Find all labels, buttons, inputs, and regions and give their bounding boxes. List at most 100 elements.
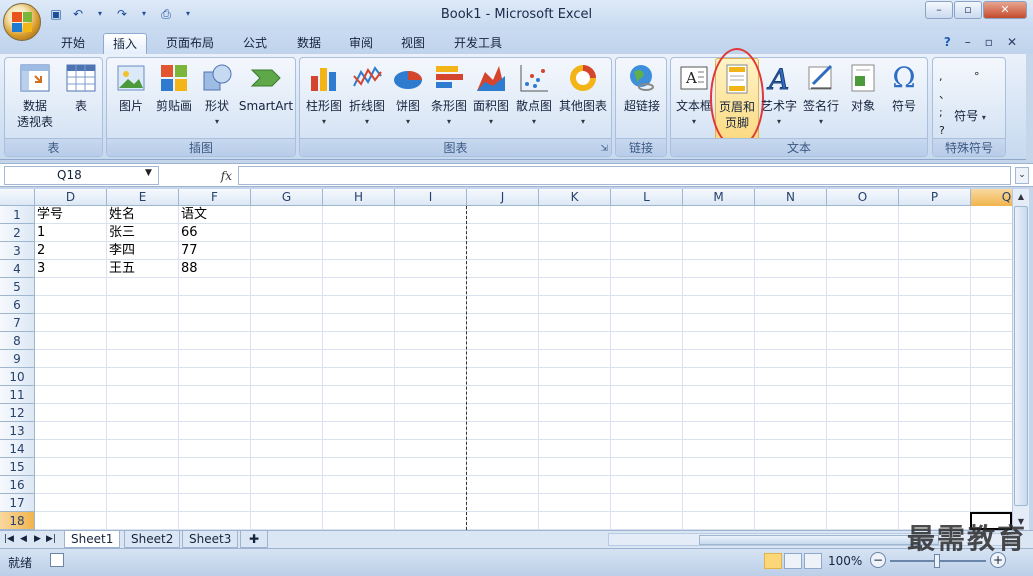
special-symbol-button[interactable]: 符号 ▾ xyxy=(939,108,1001,126)
sheet-nav-next-icon[interactable]: ▶ xyxy=(34,531,41,548)
tab-review[interactable]: 审阅 xyxy=(340,33,382,54)
undo-icon[interactable]: ↶ xyxy=(70,6,86,22)
shapes-button[interactable]: 形状 ▾ xyxy=(197,62,237,130)
row-header-8[interactable]: 8 xyxy=(0,332,35,350)
row-header-2[interactable]: 2 xyxy=(0,224,35,242)
cell-f3[interactable]: 77 xyxy=(179,242,251,260)
select-all-corner[interactable] xyxy=(0,189,35,206)
cell-d3[interactable]: 2 xyxy=(35,242,107,260)
cell-f4[interactable]: 88 xyxy=(179,260,251,278)
cell-e1[interactable]: 姓名 xyxy=(107,206,179,224)
row-header-14[interactable]: 14 xyxy=(0,440,35,458)
scroll-up-arrow[interactable]: ▲ xyxy=(1014,190,1028,204)
bar-chart-button[interactable]: 条形图 ▾ xyxy=(428,62,470,130)
row-header-6[interactable]: 6 xyxy=(0,296,35,314)
column-header-l[interactable]: L xyxy=(611,189,683,206)
save-icon[interactable]: ▣ xyxy=(48,6,64,22)
column-header-d[interactable]: D xyxy=(35,189,107,206)
worksheet-grid[interactable]: DEFGHIJKLMNOPQ 1 2 3 4 5 6 7 8 9 10 11 12 13 14 15 16 17… xyxy=(0,189,1012,530)
sheet-tab-1[interactable]: Sheet1 xyxy=(64,531,121,548)
area-chart-button[interactable]: 面积图 ▾ xyxy=(470,62,512,130)
column-header-j[interactable]: J xyxy=(467,189,539,206)
office-button[interactable] xyxy=(3,3,41,41)
name-box-dropdown-icon[interactable]: ▼ xyxy=(145,168,152,178)
sheet-nav-first-icon[interactable]: |◀ xyxy=(4,531,14,548)
doc-minimize-button[interactable]: – xyxy=(965,35,971,49)
expand-formula-bar-icon[interactable]: ⌄ xyxy=(1015,167,1029,184)
column-header-n[interactable]: N xyxy=(755,189,827,206)
symbol-button[interactable]: Ω 符号 xyxy=(883,62,925,114)
row-header-3[interactable]: 3 xyxy=(0,242,35,260)
hscroll-thumb[interactable] xyxy=(699,535,939,545)
row-header-5[interactable]: 5 xyxy=(0,278,35,296)
clip-art-button[interactable]: 剪贴画 xyxy=(153,62,195,114)
cell-f2[interactable]: 66 xyxy=(179,224,251,242)
print-preview-icon[interactable]: ⎙ xyxy=(158,6,174,22)
normal-view-icon[interactable] xyxy=(764,553,782,569)
wordart-button[interactable]: A 艺术字 ▾ xyxy=(759,62,799,130)
macro-record-icon[interactable] xyxy=(50,553,64,567)
pie-chart-button[interactable]: 饼图 ▾ xyxy=(388,62,428,130)
row-header-11[interactable]: 11 xyxy=(0,386,35,404)
row-header-15[interactable]: 15 xyxy=(0,458,35,476)
sheet-nav-last-icon[interactable]: ▶| xyxy=(46,531,56,548)
redo-dropdown-icon[interactable]: ▾ xyxy=(136,6,152,22)
zoom-out-icon[interactable]: − xyxy=(870,552,886,568)
zoom-level[interactable]: 100% xyxy=(828,554,862,568)
scroll-thumb[interactable] xyxy=(1014,206,1028,506)
row-header-7[interactable]: 7 xyxy=(0,314,35,332)
column-header-g[interactable]: G xyxy=(251,189,323,206)
column-header-o[interactable]: O xyxy=(827,189,899,206)
column-header-f[interactable]: F xyxy=(179,189,251,206)
doc-restore-button[interactable]: ▫ xyxy=(985,35,993,49)
charts-dialog-launcher-icon[interactable]: ⇲ xyxy=(600,144,608,154)
tab-formulas[interactable]: 公式 xyxy=(233,33,277,54)
object-button[interactable]: 对象 xyxy=(843,62,883,114)
signature-line-button[interactable]: 签名行 ▾ xyxy=(799,62,843,130)
row-header-4[interactable]: 4 xyxy=(0,260,35,278)
special-symbols-grid[interactable]: , ° 、; : ? xyxy=(939,68,1001,140)
cell-e3[interactable]: 李四 xyxy=(107,242,179,260)
row-header-9[interactable]: 9 xyxy=(0,350,35,368)
minimize-button[interactable]: – xyxy=(925,1,953,19)
insert-function-icon[interactable]: fx xyxy=(221,169,232,183)
column-header-k[interactable]: K xyxy=(539,189,611,206)
other-charts-button[interactable]: 其他图表 ▾ xyxy=(556,62,610,130)
page-layout-view-icon[interactable] xyxy=(784,553,802,569)
restore-button[interactable]: ▫ xyxy=(954,1,982,19)
help-icon[interactable]: ? xyxy=(944,35,951,49)
close-button[interactable]: ✕ xyxy=(983,1,1027,19)
tab-home[interactable]: 开始 xyxy=(52,33,94,54)
row-header-10[interactable]: 10 xyxy=(0,368,35,386)
hyperlink-button[interactable]: 超链接 xyxy=(618,62,666,114)
scatter-chart-button[interactable]: 散点图 ▾ xyxy=(512,62,556,130)
tab-developer[interactable]: 开发工具 xyxy=(446,33,510,54)
cell-d2[interactable]: 1 xyxy=(35,224,107,242)
tab-view[interactable]: 视图 xyxy=(392,33,434,54)
smartart-button[interactable]: SmartArt xyxy=(237,62,295,114)
name-box[interactable]: Q18 xyxy=(4,166,159,185)
column-chart-button[interactable]: 柱形图 ▾ xyxy=(302,62,346,130)
tab-data[interactable]: 数据 xyxy=(288,33,330,54)
cell-f1[interactable]: 语文 xyxy=(179,206,251,224)
row-header-13[interactable]: 13 xyxy=(0,422,35,440)
row-header-16[interactable]: 16 xyxy=(0,476,35,494)
formula-input[interactable] xyxy=(238,166,1011,185)
picture-button[interactable]: 图片 xyxy=(111,62,151,114)
doc-close-button[interactable]: ✕ xyxy=(1007,35,1017,49)
pivot-table-button[interactable]: 数据 透视表 xyxy=(9,62,61,130)
column-header-m[interactable]: M xyxy=(683,189,755,206)
vertical-scrollbar[interactable]: ▲ ▼ xyxy=(1012,189,1029,530)
cell-d1[interactable]: 学号 xyxy=(35,206,107,224)
text-box-button[interactable]: A 文本框 ▾ xyxy=(673,62,715,130)
sheet-nav-prev-icon[interactable]: ◀ xyxy=(20,531,27,548)
cell-e4[interactable]: 王五 xyxy=(107,260,179,278)
row-header-12[interactable]: 12 xyxy=(0,404,35,422)
zoom-slider[interactable] xyxy=(890,554,986,568)
column-header-p[interactable]: P xyxy=(899,189,971,206)
table-button[interactable]: 表 xyxy=(61,62,101,114)
undo-dropdown-icon[interactable]: ▾ xyxy=(92,6,108,22)
tab-page-layout[interactable]: 页面布局 xyxy=(158,33,222,54)
sheet-tab-3[interactable]: Sheet3 xyxy=(182,531,239,548)
column-header-i[interactable]: I xyxy=(395,189,467,206)
